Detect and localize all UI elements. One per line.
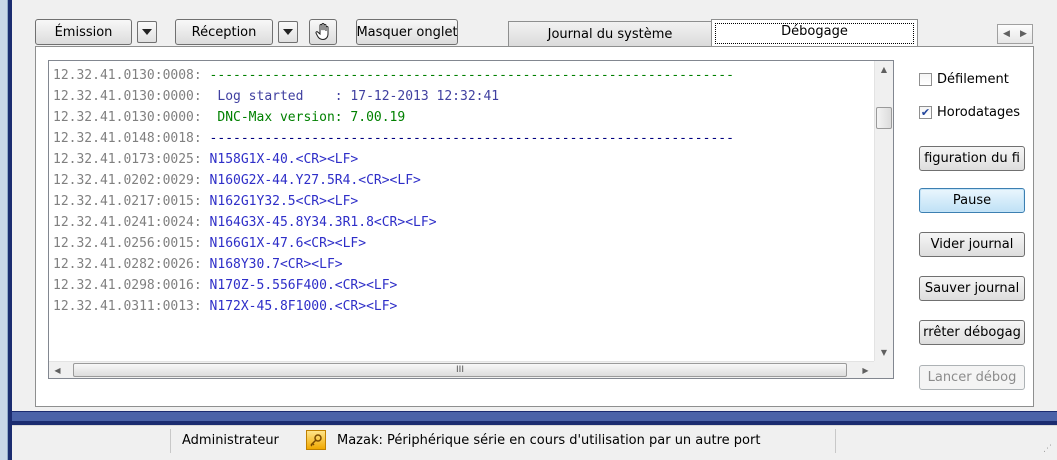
log-timestamp: 12.32.41.0282:0026:	[53, 257, 202, 272]
status-separator	[170, 429, 171, 453]
log-timestamp: 12.32.41.0130:0000:	[53, 89, 202, 104]
log-message: Log started : 17-12-2013 12:32:41	[201, 89, 500, 104]
log-vertical-scrollbar[interactable]: ▲ ▼	[874, 61, 893, 361]
log-message: N172X-45.8F1000.<CR><LF>	[201, 299, 398, 314]
log-line: 12.32.41.0130:0000: Log started : 17-12-…	[53, 86, 734, 107]
log-line: 12.32.41.0241:0024: N164G3X-45.8Y34.3R1.…	[53, 212, 734, 233]
chevron-down-icon	[283, 29, 293, 35]
log-message: ----------------------------------------…	[201, 68, 734, 83]
emission-button[interactable]: Émission	[35, 19, 132, 45]
log-line: 12.32.41.0298:0016: N170Z-5.556F400.<CR>…	[53, 275, 734, 296]
checkbox-box[interactable]	[919, 73, 932, 86]
log-line: 12.32.41.0311:0013: N172X-45.8F1000.<CR>…	[53, 296, 734, 317]
emission-dropdown-button[interactable]	[137, 21, 157, 43]
pause-button[interactable]: Pause	[919, 188, 1025, 213]
debug-log[interactable]: 12.32.41.0130:0008: --------------------…	[48, 60, 894, 379]
log-line: 12.32.41.0148:0018: --------------------…	[53, 128, 734, 149]
key-glyph	[310, 434, 322, 447]
log-lines: 12.32.41.0130:0008: --------------------…	[53, 65, 734, 317]
hand-icon	[315, 23, 329, 41]
save-log-button[interactable]: Sauver journal	[919, 276, 1025, 301]
window-left-border	[0, 0, 8, 460]
focus-rect	[715, 23, 914, 44]
status-message: Mazak: Périphérique série en cours d'uti…	[337, 433, 761, 448]
log-message: N158G1X-40.<CR><LF>	[201, 152, 359, 167]
scroll-corner	[874, 361, 893, 378]
key-icon	[306, 430, 326, 450]
scroll-right-icon[interactable]: ▶	[857, 362, 874, 379]
log-timestamp: 12.32.41.0148:0018:	[53, 131, 202, 146]
hide-tab-button[interactable]: Masquer onglet	[356, 19, 458, 45]
clear-log-button[interactable]: Vider journal	[919, 232, 1025, 257]
scroll-down-icon[interactable]: ▼	[875, 344, 893, 361]
resize-grip-icon[interactable]: ⋰	[1043, 445, 1053, 455]
log-timestamp: 12.32.41.0130:0008:	[53, 68, 202, 83]
log-message: DNC-Max version: 7.00.19	[201, 110, 406, 125]
log-line: 12.32.41.0202:0029: N160G2X-44.Y27.5R4.<…	[53, 170, 734, 191]
checkbox-box[interactable]: ✔	[919, 106, 932, 119]
start-debug-button: Lancer débog	[919, 365, 1025, 390]
log-timestamp: 12.32.41.0311:0013:	[53, 299, 202, 314]
status-separator	[835, 429, 836, 453]
status-user: Administrateur	[182, 433, 279, 448]
log-message: N168Y30.7<CR><LF>	[201, 257, 343, 272]
log-message: N170Z-5.556F400.<CR><LF>	[201, 278, 398, 293]
log-message: N164G3X-45.8Y34.3R1.8<CR><LF>	[201, 215, 437, 230]
scroll-up-icon[interactable]: ▲	[875, 61, 893, 78]
reception-dropdown-button[interactable]	[278, 21, 298, 43]
window-left-border-dark	[8, 0, 12, 460]
hscroll-grip: III	[456, 365, 464, 375]
log-line: 12.32.41.0173:0025: N158G1X-40.<CR><LF>	[53, 149, 734, 170]
stop-debug-button[interactable]: rrêter débogag	[919, 320, 1025, 345]
log-timestamp: 12.32.41.0256:0015:	[53, 236, 202, 251]
configuration-button[interactable]: figuration du fi	[919, 146, 1025, 171]
chevron-down-icon	[142, 29, 152, 35]
log-timestamp: 12.32.41.0298:0016:	[53, 278, 202, 293]
timestamps-checkbox-label: Horodatages	[937, 105, 1021, 120]
log-line: 12.32.41.0130:0008: --------------------…	[53, 65, 734, 86]
log-line: 12.32.41.0217:0015: N162G1Y32.5<CR><LF>	[53, 191, 734, 212]
log-message: N160G2X-44.Y27.5R4.<CR><LF>	[201, 173, 421, 188]
tab-debug[interactable]: Débogage	[711, 19, 918, 47]
log-timestamp: 12.32.41.0217:0015:	[53, 194, 202, 209]
log-timestamp: 12.32.41.0130:0000:	[53, 110, 202, 125]
hand-button[interactable]	[309, 19, 337, 45]
reception-button[interactable]: Réception	[175, 19, 273, 45]
scroll-checkbox-label: Défilement	[937, 72, 1009, 87]
log-line: 12.32.41.0282:0026: N168Y30.7<CR><LF>	[53, 254, 734, 275]
vscroll-thumb[interactable]	[876, 107, 892, 129]
log-timestamp: 12.32.41.0241:0024:	[53, 215, 202, 230]
scroll-checkbox[interactable]: Défilement	[919, 72, 1009, 87]
scroll-left-icon[interactable]: ◀	[49, 362, 66, 379]
log-line: 12.32.41.0130:0000: DNC-Max version: 7.0…	[53, 107, 734, 128]
tab-scroll-buttons: ◀ ▶	[997, 24, 1033, 44]
tab-scroll-right-icon[interactable]: ▶	[1015, 25, 1032, 43]
hscroll-thumb[interactable]: III	[73, 363, 847, 377]
tab-scroll-left-icon[interactable]: ◀	[998, 25, 1015, 43]
log-message: N162G1Y32.5<CR><LF>	[201, 194, 359, 209]
log-timestamp: 12.32.41.0202:0029:	[53, 173, 202, 188]
window-bottom-frame	[12, 411, 1057, 421]
log-message: ----------------------------------------…	[201, 131, 734, 146]
log-timestamp: 12.32.41.0173:0025:	[53, 152, 202, 167]
timestamps-checkbox[interactable]: ✔ Horodatages	[919, 105, 1020, 120]
tab-system-log[interactable]: Journal du système	[508, 21, 712, 47]
log-message: N166G1X-47.6<CR><LF>	[201, 236, 367, 251]
log-line: 12.32.41.0256:0015: N166G1X-47.6<CR><LF>	[53, 233, 734, 254]
log-horizontal-scrollbar[interactable]: ◀ III ▶	[49, 361, 874, 378]
